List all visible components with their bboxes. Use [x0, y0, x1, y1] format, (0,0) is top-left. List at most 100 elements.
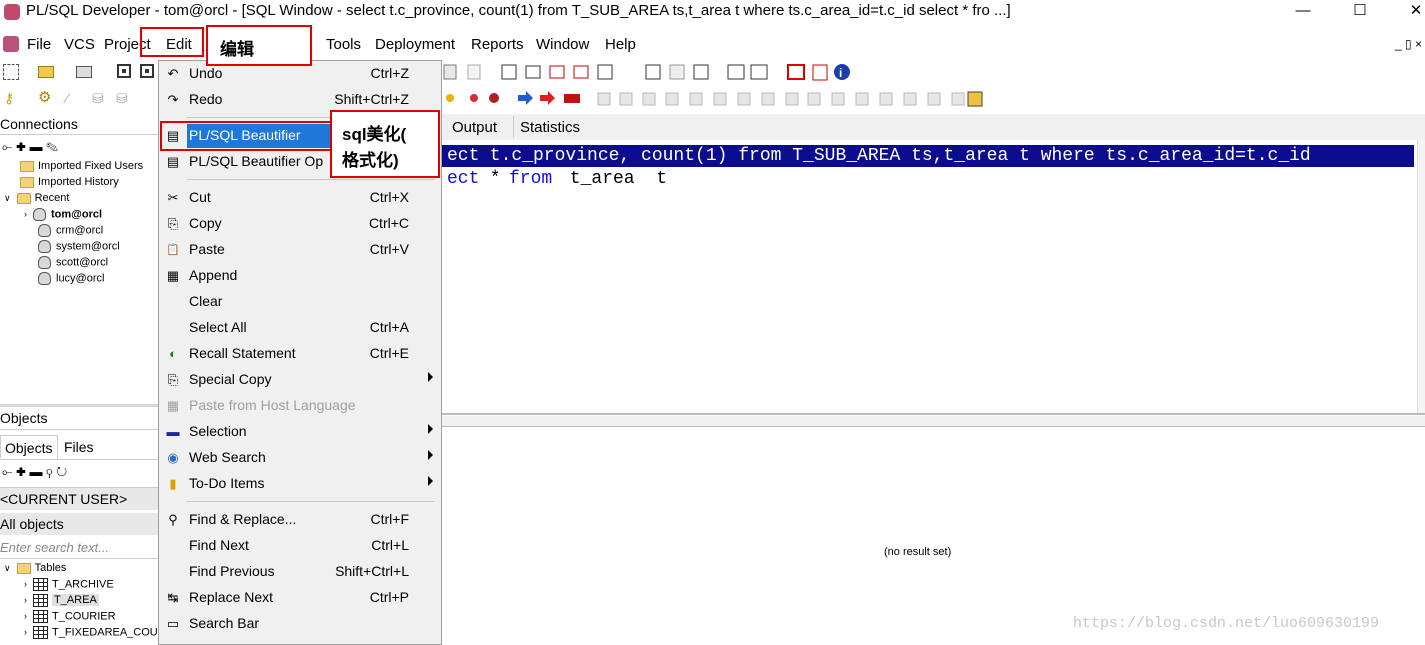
tree-item-t-courier[interactable]: › T_COURIER — [24, 610, 116, 623]
menu-vcs[interactable]: VCS — [64, 36, 95, 53]
objects-toolbar: ⟜ ✚ ▬ ⚲ ↻ — [2, 464, 152, 480]
sql-editor[interactable]: ect t.c_province, count(1) from T_SUB_AR… — [442, 140, 1417, 415]
submenu-arrow-icon — [428, 424, 433, 434]
submenu-arrow-icon — [428, 476, 433, 486]
menu-item-find-next[interactable]: Find Next Ctrl+L — [159, 534, 441, 558]
menu-item-copy[interactable]: ⎘ Copy Ctrl+C — [159, 212, 441, 236]
menu-item-cut[interactable]: ✂ Cut Ctrl+X — [159, 186, 441, 210]
tree-item-imported-fixed-users[interactable]: Imported Fixed Users — [20, 160, 143, 172]
object-filter-select[interactable]: All objects — [0, 513, 158, 535]
tree-item-tom[interactable]: › tom@orcl — [24, 208, 102, 221]
line-1-keyword: ect — [447, 146, 480, 166]
objects-header: Objects — [0, 409, 158, 430]
submenu-arrow-icon — [428, 450, 433, 460]
remove-icon[interactable]: ▬ — [30, 139, 43, 154]
open-icon[interactable] — [38, 66, 54, 78]
menu-item-clear[interactable]: Clear — [159, 290, 441, 314]
menu-deployment[interactable]: Deployment — [375, 36, 455, 53]
connect-icon[interactable]: ⟜ — [2, 464, 12, 479]
wand-icon[interactable]: ⁄ — [66, 90, 82, 106]
object-filter-value: All objects — [0, 516, 64, 532]
add-icon[interactable]: ✚ — [16, 464, 26, 479]
save-icon[interactable] — [117, 64, 131, 78]
object-search-input[interactable]: Enter search text... — [0, 538, 158, 559]
database-icon — [38, 240, 51, 253]
expand-icon[interactable]: › — [24, 209, 27, 219]
save-all-icon[interactable] — [140, 64, 154, 78]
menu-item-paste[interactable]: 📋 Paste Ctrl+V — [159, 238, 441, 262]
editor-vscroll[interactable] — [1417, 140, 1425, 415]
gear-icon[interactable]: ⚙ — [38, 90, 54, 106]
collapse-icon[interactable]: ∨ — [4, 563, 11, 573]
editor-line-1[interactable]: ect t.c_province, count(1) from T_SUB_AR… — [442, 145, 1414, 167]
expand-icon[interactable]: › — [24, 595, 27, 605]
menu-reports[interactable]: Reports — [471, 36, 524, 53]
expand-icon[interactable]: › — [24, 627, 27, 637]
menu-item-append[interactable]: ▦ Append — [159, 264, 441, 288]
menu-item-recall-statement[interactable]: ◐ Recall Statement Ctrl+E — [159, 342, 441, 366]
app-menu-icon[interactable] — [3, 36, 19, 52]
collapse-icon[interactable]: ∨ — [4, 193, 11, 203]
tree-item-system[interactable]: system@orcl — [38, 240, 120, 253]
menu-file[interactable]: File — [27, 36, 51, 53]
tree-item-t-fixedarea-cour[interactable]: › T_FIXEDAREA_COUR — [24, 626, 158, 639]
tree-item-lucy[interactable]: lucy@orcl — [38, 272, 104, 285]
panel-divider[interactable] — [0, 404, 158, 407]
rollback-icon[interactable]: ⛁ — [116, 90, 132, 106]
close-button[interactable]: ✕ — [1393, 0, 1425, 24]
print-icon[interactable] — [76, 66, 92, 78]
menu-item-paste-from-host-language: ▦ Paste from Host Language — [166, 397, 356, 413]
tree-item-scott[interactable]: scott@orcl — [38, 256, 108, 269]
remove-icon[interactable]: ▬ — [30, 464, 43, 479]
commit-icon[interactable]: ⛁ — [92, 90, 108, 106]
svg-text:i: i — [839, 66, 842, 80]
expand-icon[interactable]: › — [24, 611, 27, 621]
line-2-tail: t_area t — [559, 169, 668, 189]
tree-item-tables[interactable]: ∨ Tables — [4, 562, 66, 574]
connections-tree: Imported Fixed Users Imported History ∨ R… — [0, 158, 158, 288]
key-icon[interactable]: ⚷ — [4, 90, 20, 106]
add-icon[interactable]: ✚ — [16, 139, 26, 154]
tree-item-imported-history[interactable]: Imported History — [20, 176, 119, 188]
result-grid: (no result set) — [442, 427, 1425, 645]
tree-item-recent[interactable]: ∨ Recent — [4, 192, 69, 204]
menu-tools[interactable]: Tools — [326, 36, 361, 53]
tree-item-t-area[interactable]: › T_AREA — [24, 594, 99, 607]
new-icon[interactable] — [3, 64, 19, 80]
maximize-button[interactable]: ☐ — [1337, 0, 1383, 24]
menu-item-find-previous[interactable]: Find Previous Shift+Ctrl+L — [159, 560, 441, 584]
minimize-button[interactable]: — — [1280, 0, 1326, 24]
menu-item-find-replace[interactable]: ⚲ Find & Replace... Ctrl+F — [159, 508, 441, 532]
connect-icon[interactable]: ⟜ — [2, 139, 12, 154]
menu-item-special-copy[interactable]: ⎘ Special Copy — [159, 368, 441, 392]
edit-annotation-callout: 编辑 — [206, 25, 312, 66]
tree-item-t-archive[interactable]: › T_ARCHIVE — [24, 578, 114, 591]
menu-window[interactable]: Window — [536, 36, 589, 53]
tree-item-crm[interactable]: crm@orcl — [38, 224, 103, 237]
menu-item-search-bar[interactable]: ▭ Search Bar — [159, 612, 441, 636]
tab-output[interactable]: Output — [452, 119, 497, 136]
title-bar: PL/SQL Developer - tom@orcl - [SQL Windo… — [0, 0, 1425, 24]
toolbar-icons-row2[interactable] — [442, 87, 987, 111]
beautifier-options-icon: ▤ — [166, 154, 180, 169]
menu-help[interactable]: Help — [605, 36, 636, 53]
menu-item-web-search[interactable]: ◉ Web Search — [159, 446, 441, 470]
toolbar-icons-row1[interactable]: i — [442, 61, 862, 85]
tab-statistics[interactable]: Statistics — [520, 119, 580, 136]
editor-line-2[interactable]: ect * from t_area t — [442, 168, 1414, 190]
refresh-icon[interactable]: ↻ — [56, 464, 67, 479]
edit-connection-icon[interactable]: ✎ — [46, 139, 58, 154]
web-search-icon: ◉ — [167, 450, 179, 465]
tab-objects[interactable]: Objects — [0, 435, 58, 458]
mdi-window-controls[interactable]: _ ▯ × — [1395, 37, 1422, 51]
tab-files[interactable]: Files — [64, 439, 94, 455]
find-icon[interactable]: ⚲ — [46, 464, 52, 479]
user-select[interactable]: <CURRENT USER> — [0, 487, 158, 510]
splitter[interactable] — [442, 416, 1425, 427]
menu-item-todo-items[interactable]: ▮ To-Do Items — [159, 472, 441, 496]
menu-item-select-all[interactable]: Select All Ctrl+A — [159, 316, 441, 340]
menu-item-redo[interactable]: ↷ Redo Shift+Ctrl+Z — [159, 88, 441, 112]
expand-icon[interactable]: › — [24, 579, 27, 589]
menu-item-selection[interactable]: ▬ Selection — [159, 420, 441, 444]
menu-item-replace-next[interactable]: ↹ Replace Next Ctrl+P — [159, 586, 441, 610]
